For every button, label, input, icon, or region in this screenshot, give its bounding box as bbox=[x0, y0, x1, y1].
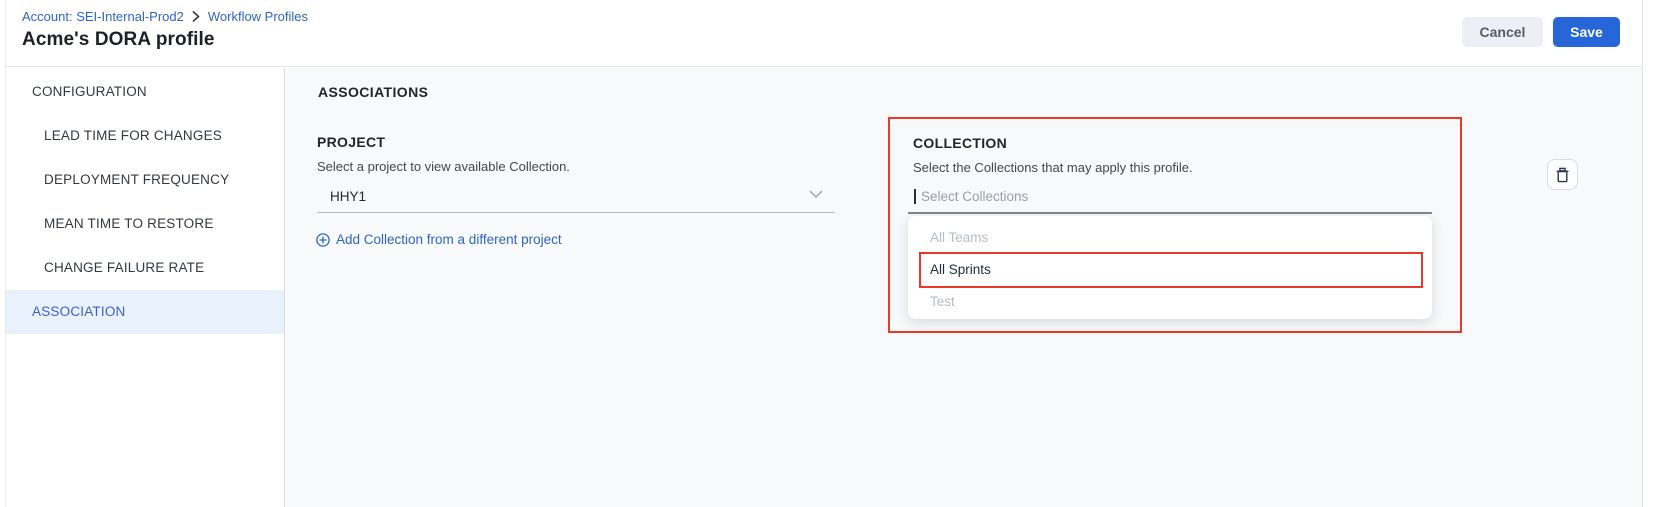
sidebar-item-lead-time-for-changes[interactable]: LEAD TIME FOR CHANGES bbox=[6, 114, 284, 158]
collection-option-all-sprints[interactable]: All Sprints bbox=[908, 254, 1432, 286]
collection-section-description: Select the Collections that may apply th… bbox=[913, 160, 1193, 176]
workflow-profile-page: Account: SEI-Internal-Prod2 Workflow Pro… bbox=[0, 0, 1678, 507]
project-section-title: PROJECT bbox=[317, 134, 385, 150]
project-selected-value: HHY1 bbox=[330, 182, 366, 212]
page-title: Acme's DORA profile bbox=[22, 27, 215, 53]
sidebar-item-deployment-frequency[interactable]: DEPLOYMENT FREQUENCY bbox=[6, 158, 284, 202]
collections-multiselect-input[interactable]: Select Collections bbox=[921, 189, 1028, 205]
project-select-dropdown[interactable]: HHY1 bbox=[317, 182, 835, 213]
breadcrumb-account-link[interactable]: Account: SEI-Internal-Prod2 bbox=[22, 9, 184, 24]
save-button[interactable]: Save bbox=[1553, 17, 1620, 47]
association-content: ASSOCIATIONS PROJECT Select a project to… bbox=[286, 68, 1642, 507]
add-collection-link-label: Add Collection from a different project bbox=[336, 232, 562, 248]
sidebar-item-change-failure-rate[interactable]: CHANGE FAILURE RATE bbox=[6, 246, 284, 290]
collection-option-test[interactable]: Test bbox=[908, 286, 1432, 318]
page-margin bbox=[1643, 0, 1678, 507]
page-header: Account: SEI-Internal-Prod2 Workflow Pro… bbox=[6, 0, 1642, 67]
sidebar-item-association[interactable]: ASSOCIATION bbox=[6, 290, 284, 334]
collections-dropdown-menu: All Teams All Sprints Test bbox=[908, 216, 1432, 319]
trash-icon bbox=[1555, 167, 1570, 183]
chevron-down-icon bbox=[809, 190, 823, 199]
project-section-description: Select a project to view available Colle… bbox=[317, 159, 570, 175]
breadcrumb: Account: SEI-Internal-Prod2 Workflow Pro… bbox=[22, 8, 308, 24]
collections-input-underline bbox=[908, 212, 1432, 214]
left-frame-border bbox=[5, 0, 6, 507]
collection-option-all-teams[interactable]: All Teams bbox=[908, 222, 1432, 254]
add-collection-from-project-link[interactable]: Add Collection from a different project bbox=[316, 232, 562, 248]
cancel-button[interactable]: Cancel bbox=[1462, 17, 1543, 47]
delete-association-button[interactable] bbox=[1547, 159, 1578, 190]
right-frame-border bbox=[1642, 0, 1643, 507]
sidebar-item-configuration[interactable]: CONFIGURATION bbox=[6, 70, 284, 114]
breadcrumb-chevron-icon bbox=[192, 11, 200, 22]
sidebar-item-mean-time-to-restore[interactable]: MEAN TIME TO RESTORE bbox=[6, 202, 284, 246]
breadcrumb-workflow-profiles-link[interactable]: Workflow Profiles bbox=[208, 9, 308, 24]
profile-sections-sidebar: CONFIGURATION LEAD TIME FOR CHANGES DEPL… bbox=[6, 68, 285, 507]
associations-heading: ASSOCIATIONS bbox=[318, 84, 428, 100]
circle-plus-icon bbox=[316, 233, 330, 247]
text-cursor bbox=[914, 189, 916, 204]
collection-section-title: COLLECTION bbox=[913, 135, 1007, 151]
